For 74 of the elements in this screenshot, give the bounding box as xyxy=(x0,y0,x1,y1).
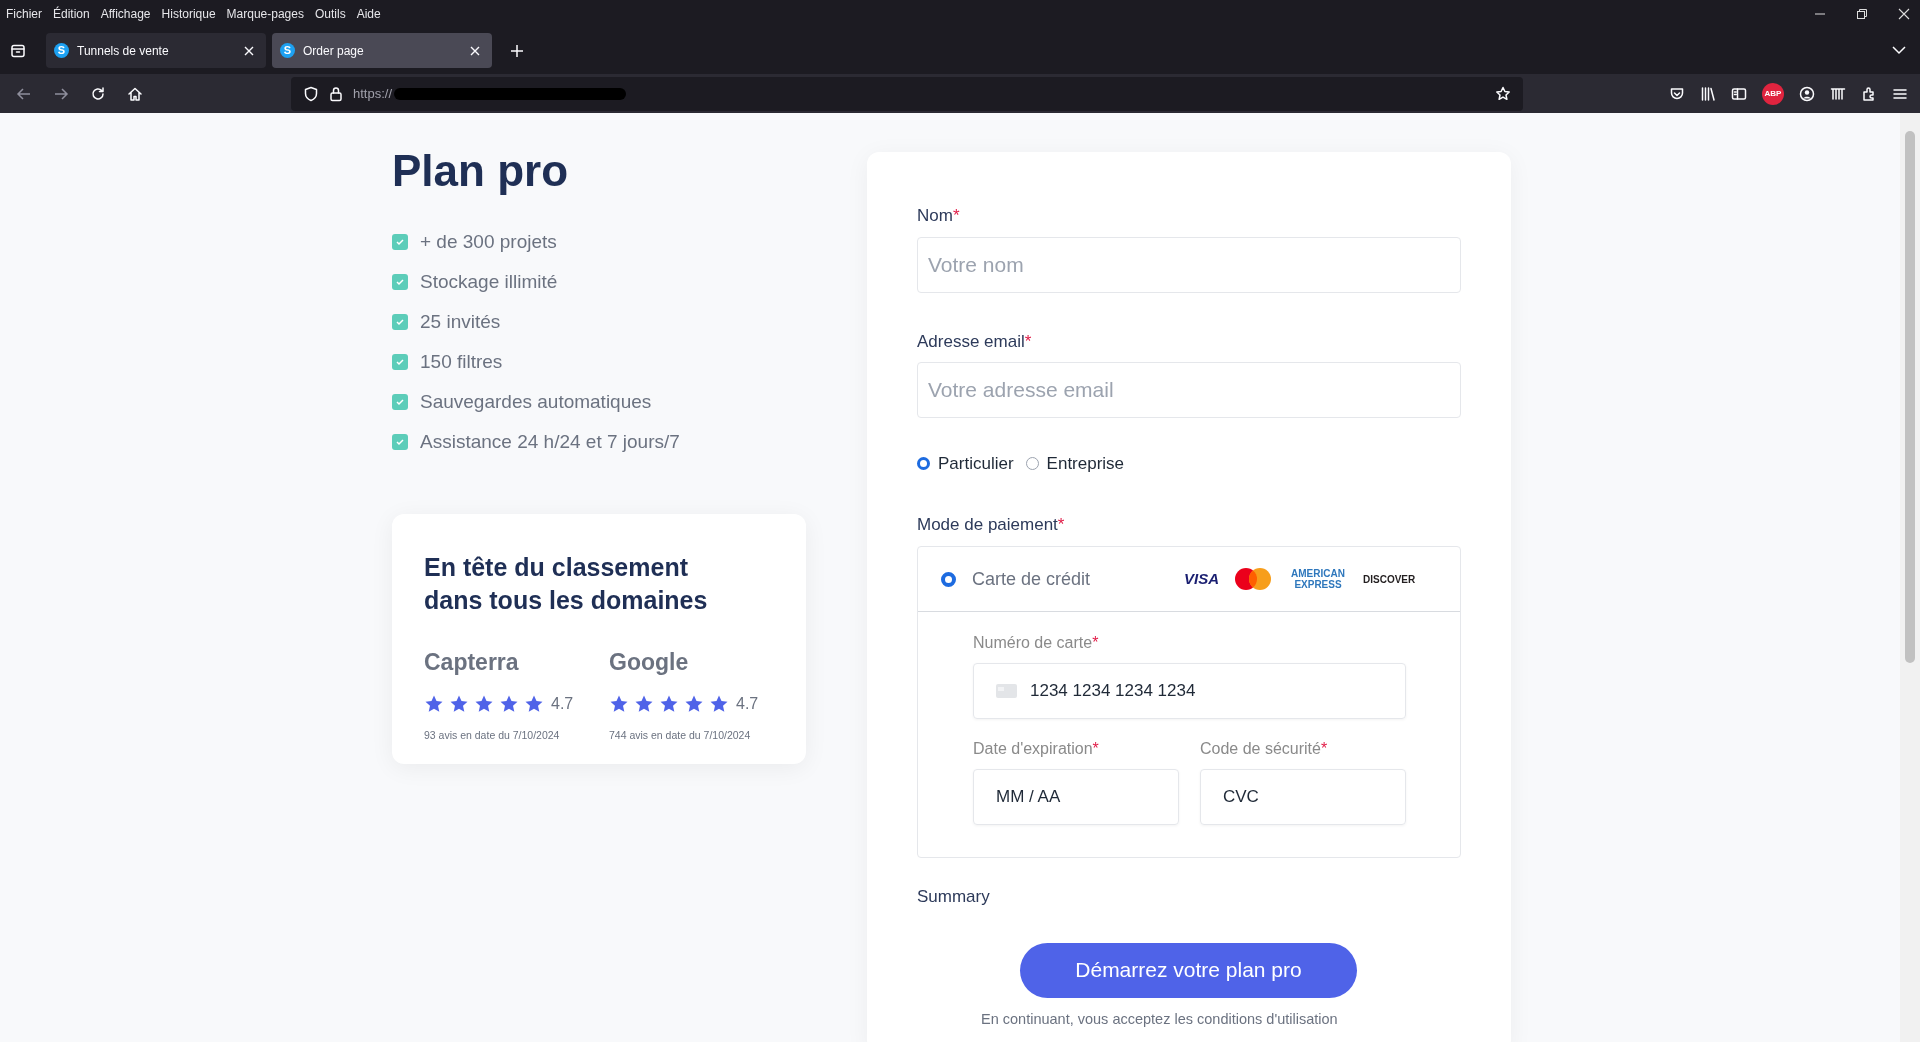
radio-option[interactable]: Particulier xyxy=(917,451,1014,477)
field-label: Adresse email* xyxy=(917,330,1032,353)
rating-value: 4.7 xyxy=(736,693,759,714)
menu-item[interactable]: Historique xyxy=(161,4,216,23)
input-field[interactable]: MM / AA xyxy=(973,769,1179,825)
menu-item[interactable]: Fichier xyxy=(6,4,42,23)
visa-logo: VISA xyxy=(1184,568,1219,589)
terms-text: En continuant, vous acceptez les conditions d'utilisation xyxy=(981,1009,1338,1029)
payment-method-label[interactable]: Carte de crédit xyxy=(972,565,1184,593)
library-icon[interactable] xyxy=(1700,85,1716,102)
close-icon[interactable] xyxy=(1898,7,1910,20)
url-text: https:// xyxy=(353,84,393,103)
tab-title: Tunnels de vente xyxy=(77,42,170,60)
review-source: Capterra xyxy=(424,648,519,677)
menu-item[interactable]: Outils xyxy=(314,4,346,23)
puzzle-icon[interactable] xyxy=(1861,85,1877,102)
lock-icon xyxy=(329,85,343,102)
feature-text: Assistance 24 h/24 et 7 jours/7 xyxy=(420,429,680,454)
tab-title: Order page xyxy=(303,42,365,60)
rating-value: 4.7 xyxy=(551,693,574,714)
input-field[interactable]: CVC xyxy=(1200,769,1406,825)
field-label: Date d'expiration* xyxy=(973,739,1099,759)
card-icon xyxy=(996,684,1017,698)
input-field[interactable]: Votre adresse email xyxy=(917,362,1461,418)
amex-logo: AMERICAN EXPRESS xyxy=(1290,568,1346,590)
field-label: Numéro de carte* xyxy=(973,633,1099,653)
radio-button[interactable] xyxy=(941,571,956,587)
field-label: Code de sécurité* xyxy=(1200,739,1328,759)
browser-tab[interactable]: S Tunnels de vente xyxy=(46,33,266,68)
new-tab-icon[interactable] xyxy=(510,43,524,58)
shield-icon xyxy=(303,85,319,102)
menu-item[interactable]: Marque-pages xyxy=(226,4,304,23)
discover-logo: DISCOVER xyxy=(1363,572,1416,587)
menu-item[interactable]: Édition xyxy=(53,4,90,23)
extension-bars-icon[interactable] xyxy=(1830,85,1846,102)
favicon: S xyxy=(54,43,69,58)
feature-text: 25 invités xyxy=(420,309,501,334)
chevron-down-icon[interactable] xyxy=(1892,45,1906,55)
radio-button[interactable] xyxy=(917,457,930,471)
menu-item[interactable]: Affichage xyxy=(100,4,151,23)
back-arrow-icon[interactable] xyxy=(16,85,32,102)
sidebar-icon[interactable] xyxy=(1731,85,1747,102)
submit-button[interactable]: Démarrez votre plan pro xyxy=(1020,942,1357,998)
field-label: Nom* xyxy=(917,205,960,227)
plan-title: Plan pro xyxy=(392,145,569,197)
menu-item[interactable]: Aide xyxy=(356,4,381,23)
radio-option[interactable]: Entreprise xyxy=(1025,451,1125,477)
input-field[interactable]: 1234 1234 1234 1234 xyxy=(973,663,1406,719)
reload-icon[interactable] xyxy=(90,85,106,102)
review-count: 93 avis en date du 7/10/2024 xyxy=(424,727,560,743)
account-icon[interactable] xyxy=(1799,85,1815,102)
summary-heading: Summary xyxy=(917,886,990,908)
restore-icon[interactable] xyxy=(1856,7,1868,20)
feature-text: 150 filtres xyxy=(420,349,503,374)
mastercard-logo xyxy=(1233,567,1273,591)
forward-arrow-icon[interactable] xyxy=(53,85,69,102)
input-field[interactable]: Votre nom xyxy=(917,236,1461,293)
scrollbar[interactable] xyxy=(1900,113,1920,1042)
star-icon[interactable] xyxy=(1495,85,1511,102)
browser-tab[interactable]: S Order page xyxy=(272,33,492,68)
scrollbar-thumb[interactable] xyxy=(1905,131,1915,663)
field-label: Mode de paiement* xyxy=(917,513,1065,536)
review-source: Google xyxy=(609,648,689,677)
review-count: 744 avis en date du 7/10/2024 xyxy=(609,727,751,743)
pocket-icon[interactable] xyxy=(1669,85,1685,102)
feature-text: Stockage illimité xyxy=(420,269,558,294)
adblock-button[interactable]: ABP xyxy=(1762,82,1784,105)
home-icon[interactable] xyxy=(127,85,143,102)
tab-list-icon[interactable] xyxy=(10,42,26,59)
rating-card-title: En tête du classement dans tous les domaines xyxy=(424,552,709,616)
feature-text: + de 300 projets xyxy=(420,229,557,254)
favicon: S xyxy=(280,43,295,58)
feature-text: Sauvegardes automatiques xyxy=(420,389,652,414)
address-bar[interactable]: https:// xyxy=(291,76,1523,111)
